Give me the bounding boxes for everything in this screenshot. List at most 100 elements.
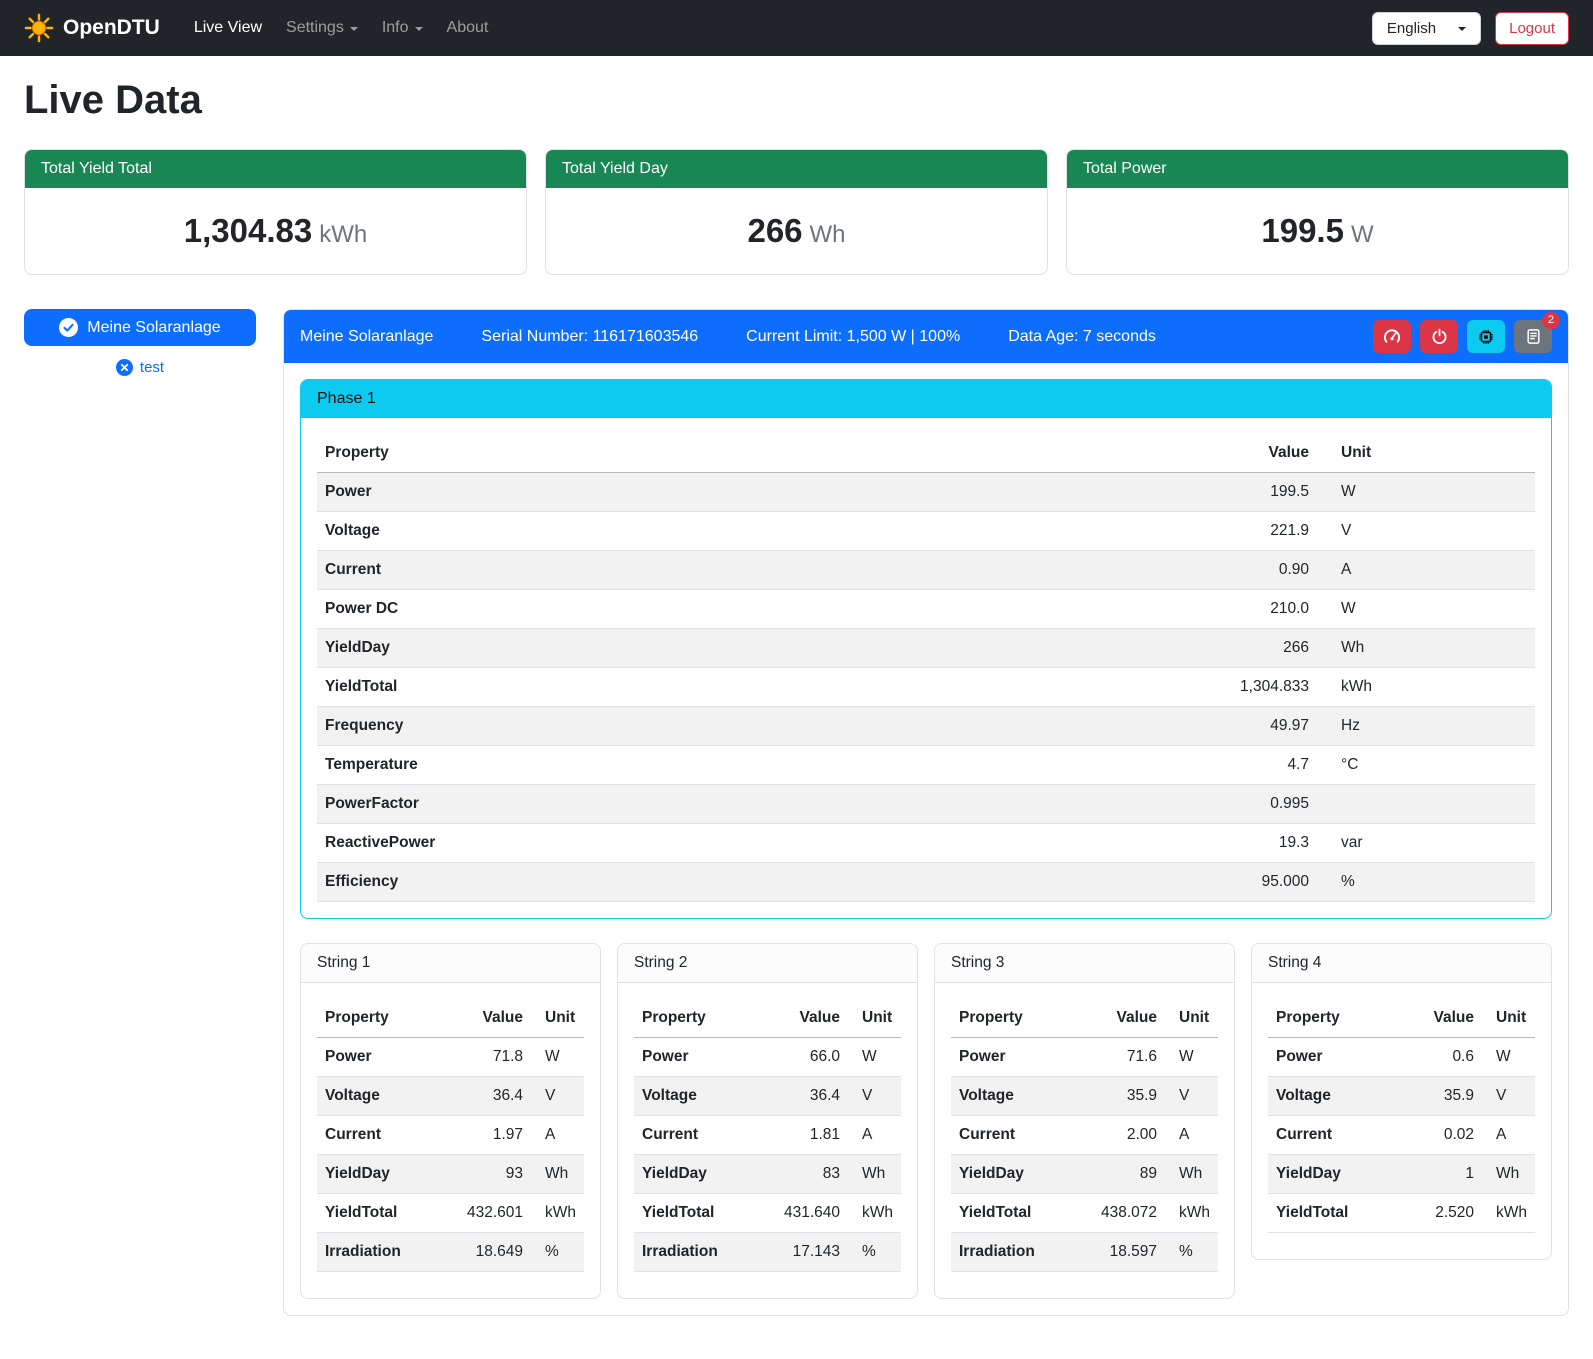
property-cell: YieldTotal (634, 1194, 774, 1233)
column-header-property: Property (634, 999, 774, 1038)
phase-card-title: Phase 1 (301, 380, 1551, 418)
event-log-button[interactable]: 2 (1514, 320, 1552, 353)
table-row-irradiation: Irradiation18.597% (951, 1233, 1218, 1272)
nav-item-settings[interactable]: Settings (276, 11, 368, 45)
table-row-power: Power71.8W (317, 1038, 584, 1077)
unit-cell: A (1482, 1116, 1535, 1155)
summary-card-title: Total Power (1067, 150, 1568, 188)
limit-settings-button[interactable] (1373, 320, 1411, 353)
string-card-2: String 2PropertyValueUnitPower66.0WVolta… (617, 943, 918, 1299)
unit-cell: % (1317, 863, 1535, 902)
property-cell: Temperature (317, 746, 1222, 785)
table-row-current: Current2.00A (951, 1116, 1218, 1155)
table-row-voltage: Voltage36.4V (317, 1077, 584, 1116)
phase-card: Phase 1 PropertyValueUnitPower199.5WVolt… (300, 379, 1552, 919)
property-cell: Power (951, 1038, 1091, 1077)
inverter-card-body: Phase 1 PropertyValueUnitPower199.5WVolt… (284, 363, 1568, 1315)
sun-logo-icon (24, 13, 54, 43)
table-row-current: Current0.90A (317, 551, 1535, 590)
value-cell: 432.601 (457, 1194, 531, 1233)
unit-cell: Wh (1482, 1155, 1535, 1194)
column-header-property: Property (1268, 999, 1408, 1038)
live-data-page: Live Data Total Yield Total 1,304.83kWh … (0, 78, 1593, 1356)
property-cell: Voltage (1268, 1077, 1408, 1116)
value-cell: 83 (774, 1155, 848, 1194)
navbar-links: Live View Settings Info About (184, 11, 499, 45)
table-row-power: Power71.6W (951, 1038, 1218, 1077)
language-select[interactable]: English (1372, 12, 1481, 45)
nav-item-live-view[interactable]: Live View (184, 11, 272, 45)
unit-cell: kWh (531, 1194, 584, 1233)
property-cell: Current (1268, 1116, 1408, 1155)
table-row-yieldtotal: YieldTotal432.601kWh (317, 1194, 584, 1233)
unit-cell: Wh (1165, 1155, 1218, 1194)
journal-icon (1525, 328, 1542, 345)
property-cell: Irradiation (317, 1233, 457, 1272)
gauge-icon (1383, 328, 1401, 346)
unit-cell: V (1165, 1077, 1218, 1116)
property-cell: Power (634, 1038, 774, 1077)
column-header-value: Value (1091, 999, 1165, 1038)
summary-card-title: Total Yield Total (25, 150, 526, 188)
table-row-power: Power0.6W (1268, 1038, 1535, 1077)
string-card-title: String 1 (301, 944, 600, 983)
column-header-unit: Unit (531, 999, 584, 1038)
app-brand[interactable]: OpenDTU (24, 13, 160, 43)
value-cell: 35.9 (1091, 1077, 1165, 1116)
unit-cell: kWh (1482, 1194, 1535, 1233)
table-row-voltage: Voltage35.9V (951, 1077, 1218, 1116)
unit-cell: var (1317, 824, 1535, 863)
column-header-unit: Unit (1482, 999, 1535, 1038)
column-header-unit: Unit (848, 999, 901, 1038)
value-cell: 4.7 (1222, 746, 1317, 785)
nav-item-about[interactable]: About (437, 11, 499, 45)
column-header-unit: Unit (1317, 434, 1535, 473)
table-header-row: PropertyValueUnit (1268, 999, 1535, 1038)
table-row-yieldday: YieldDay83Wh (634, 1155, 901, 1194)
value-cell: 0.02 (1408, 1116, 1482, 1155)
string-card-title: String 4 (1252, 944, 1551, 983)
navbar: OpenDTU Live View Settings Info About Engli… (0, 0, 1593, 56)
strings-row: String 1PropertyValueUnitPower71.8WVolta… (300, 943, 1552, 1299)
column-header-value: Value (1222, 434, 1317, 473)
value-cell: 35.9 (1408, 1077, 1482, 1116)
table-row-irradiation: Irradiation18.649% (317, 1233, 584, 1272)
summary-card-value: 199.5 (1261, 212, 1344, 249)
unit-cell (1317, 785, 1535, 824)
nav-item-label: Info (382, 19, 409, 37)
table-row-yieldtotal: YieldTotal2.520kWh (1268, 1194, 1535, 1233)
inverter-data-age: Data Age: 7 seconds (1008, 328, 1156, 346)
unit-cell: V (1482, 1077, 1535, 1116)
property-cell: YieldDay (634, 1155, 774, 1194)
property-cell: Efficiency (317, 863, 1222, 902)
summary-card-unit: Wh (810, 221, 846, 248)
value-cell: 431.640 (774, 1194, 848, 1233)
inverter-select-button[interactable]: Meine Solaranlage (24, 309, 256, 346)
table-row-power: Power66.0W (634, 1038, 901, 1077)
nav-item-label: Live View (194, 19, 262, 37)
nav-item-info[interactable]: Info (372, 11, 433, 45)
value-cell: 18.597 (1091, 1233, 1165, 1272)
nav-item-label: Settings (286, 19, 344, 37)
chevron-down-icon (350, 27, 358, 31)
column-header-unit: Unit (1165, 999, 1218, 1038)
table-row-yieldday: YieldDay93Wh (317, 1155, 584, 1194)
power-toggle-button[interactable] (1420, 320, 1458, 353)
table-row-current: Current1.81A (634, 1116, 901, 1155)
value-cell: 19.3 (1222, 824, 1317, 863)
device-info-button[interactable] (1467, 320, 1505, 353)
sidebar-item-test-label: test (140, 359, 164, 376)
string-table-3: PropertyValueUnitPower71.6WVoltage35.9VC… (951, 999, 1218, 1272)
table-row-frequency: Frequency49.97Hz (317, 707, 1535, 746)
value-cell: 2.00 (1091, 1116, 1165, 1155)
value-cell: 71.8 (457, 1038, 531, 1077)
logout-button[interactable]: Logout (1495, 12, 1569, 45)
inverter-select-label: Meine Solaranlage (87, 319, 220, 337)
table-row-yieldtotal: YieldTotal438.072kWh (951, 1194, 1218, 1233)
table-row-voltage: Voltage36.4V (634, 1077, 901, 1116)
string-card-body: PropertyValueUnitPower0.6WVoltage35.9V Cu… (1252, 983, 1551, 1259)
value-cell: 1.97 (457, 1116, 531, 1155)
string-card-body: PropertyValueUnitPower71.6WVoltage35.9VC… (935, 983, 1234, 1298)
string-card-title: String 3 (935, 944, 1234, 983)
sidebar-item-test[interactable]: test (24, 359, 256, 376)
